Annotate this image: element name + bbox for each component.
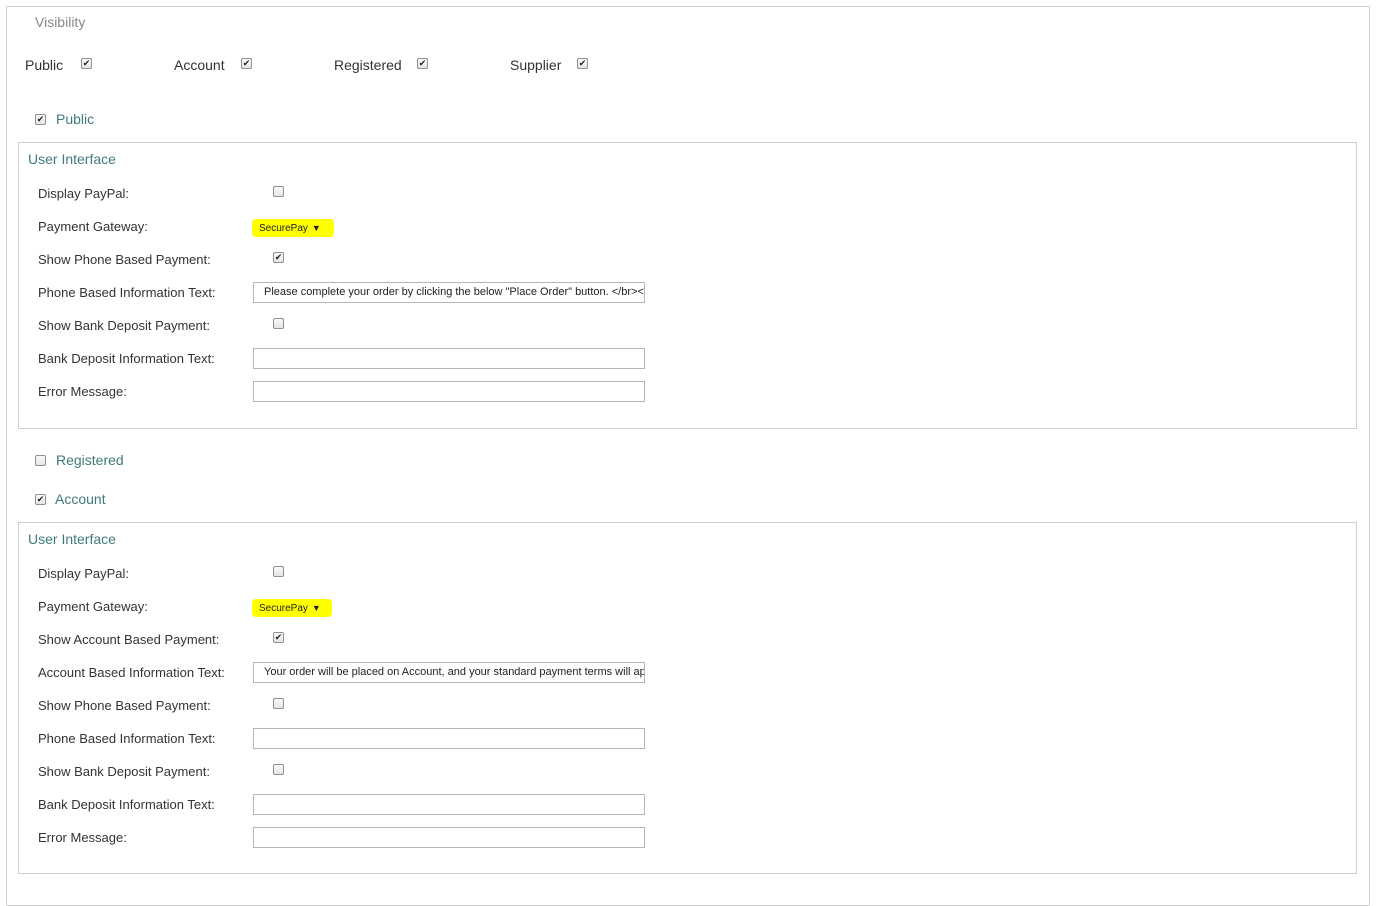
account-ui-title: User Interface	[28, 531, 116, 547]
public-display-paypal-label: Display PayPal:	[38, 186, 130, 201]
public-show-bank-label: Show Bank Deposit Payment:	[38, 318, 210, 333]
public-error-message-input[interactable]	[253, 381, 645, 402]
account-user-interface-panel: User Interface Display PayPal: Payment G…	[18, 522, 1357, 874]
visibility-account-checkbox[interactable]	[241, 58, 252, 69]
public-payment-gateway-value: SecurePay	[259, 223, 308, 234]
dropdown-arrow-icon: ▼	[311, 603, 321, 613]
public-phone-info-input[interactable]: Please complete your order by clicking t…	[253, 282, 645, 303]
account-bank-info-label: Bank Deposit Information Text:	[38, 797, 215, 812]
public-ui-title: User Interface	[28, 151, 116, 167]
public-show-bank-checkbox[interactable]	[273, 318, 284, 329]
public-error-message-label: Error Message:	[38, 384, 127, 399]
visibility-account-label: Account	[174, 57, 225, 73]
account-show-bank-checkbox[interactable]	[273, 764, 284, 775]
public-group-label: Public	[56, 111, 95, 127]
public-phone-info-label: Phone Based Information Text:	[38, 285, 216, 300]
account-error-message-label: Error Message:	[38, 830, 127, 845]
visibility-registered-label: Registered	[334, 57, 402, 73]
visibility-supplier-label: Supplier	[510, 57, 562, 73]
account-phone-info-input[interactable]	[253, 728, 645, 749]
account-show-account-checkbox[interactable]	[273, 632, 284, 643]
account-display-paypal-checkbox[interactable]	[273, 566, 284, 577]
visibility-public-checkbox[interactable]	[81, 58, 92, 69]
account-payment-gateway-select[interactable]: SecurePay ▼	[255, 601, 325, 615]
account-show-bank-label: Show Bank Deposit Payment:	[38, 764, 210, 779]
public-bank-info-input[interactable]	[253, 348, 645, 369]
public-show-phone-label: Show Phone Based Payment:	[38, 252, 211, 267]
account-phone-info-label: Phone Based Information Text:	[38, 731, 216, 746]
account-payment-gateway-label: Payment Gateway:	[38, 599, 148, 614]
public-payment-gateway-select[interactable]: SecurePay ▼	[255, 221, 325, 235]
account-error-message-input[interactable]	[253, 827, 645, 848]
public-payment-gateway-highlight: SecurePay ▼	[252, 219, 334, 237]
visibility-supplier-checkbox[interactable]	[577, 58, 588, 69]
visibility-registered-checkbox[interactable]	[417, 58, 428, 69]
account-group-label: Account	[55, 491, 106, 507]
visibility-public-label: Public	[25, 57, 64, 73]
account-payment-gateway-highlight: SecurePay ▼	[252, 599, 332, 617]
account-show-account-label: Show Account Based Payment:	[38, 632, 220, 647]
account-display-paypal-label: Display PayPal:	[38, 566, 130, 581]
registered-group-checkbox[interactable]	[35, 455, 46, 466]
public-payment-gateway-label: Payment Gateway:	[38, 219, 148, 234]
account-bank-info-input[interactable]	[253, 794, 645, 815]
public-show-phone-checkbox[interactable]	[273, 252, 284, 263]
public-bank-info-label: Bank Deposit Information Text:	[38, 351, 215, 366]
account-show-phone-checkbox[interactable]	[273, 698, 284, 709]
account-account-info-label: Account Based Information Text:	[38, 665, 225, 680]
visibility-legend: Visibility	[35, 14, 86, 30]
account-show-phone-label: Show Phone Based Payment:	[38, 698, 211, 713]
account-payment-gateway-value: SecurePay	[259, 603, 308, 614]
dropdown-arrow-icon: ▼	[311, 223, 321, 233]
public-group-checkbox[interactable]	[35, 114, 46, 125]
account-account-info-input[interactable]: Your order will be placed on Account, an…	[253, 662, 645, 683]
public-user-interface-panel: User Interface Display PayPal: Payment G…	[18, 142, 1357, 429]
public-display-paypal-checkbox[interactable]	[273, 186, 284, 197]
account-group-checkbox[interactable]	[35, 494, 46, 505]
registered-group-label: Registered	[56, 452, 124, 468]
